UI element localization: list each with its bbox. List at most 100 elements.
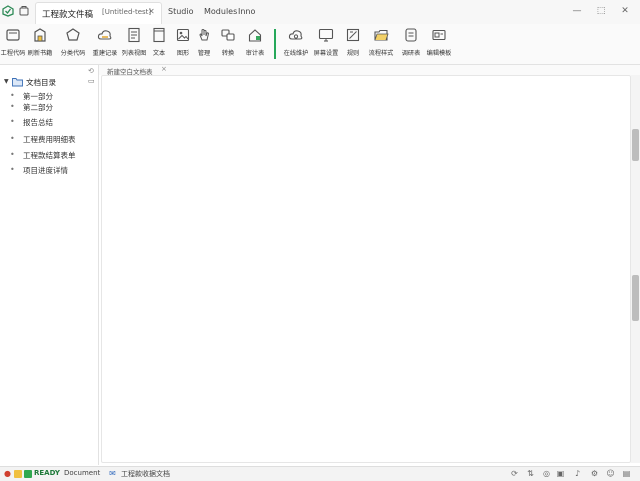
folder-icon bbox=[12, 78, 23, 87]
toolbar-button-refresh[interactable]: 刷新书籍 bbox=[25, 27, 55, 62]
document-canvas[interactable] bbox=[101, 75, 631, 463]
toolbar-label: 分类代码 bbox=[60, 49, 86, 57]
expand-arrow-icon[interactable]: ▼ bbox=[4, 78, 9, 85]
bullet-icon: • bbox=[10, 134, 15, 143]
tree-item[interactable]: • 第二部分 bbox=[10, 102, 96, 114]
mode-indicator: READY bbox=[34, 469, 60, 477]
template-icon bbox=[432, 29, 446, 41]
document-icon bbox=[405, 28, 417, 42]
lock-icon[interactable]: ▣ bbox=[556, 469, 565, 478]
recent-icon[interactable] bbox=[18, 5, 30, 17]
doc-status: Document bbox=[64, 469, 101, 477]
status-bar: ● READY Document ✉ 工程款收据文档 ⟳ ⇅ ◎ ▣ ♪ ⚙ ☺… bbox=[0, 466, 640, 481]
ribbon-toolbar: 工程代码 刷新书籍 分类代码 重建记录 列表视图 文本 图形 管理 转换 审计表… bbox=[0, 24, 640, 65]
volume-icon[interactable]: ♪ bbox=[573, 469, 582, 478]
toolbar-button-screen[interactable]: 屏幕设置 bbox=[311, 27, 341, 62]
main-tab-close-icon[interactable]: × bbox=[161, 65, 167, 73]
toolbar-label: 转换 bbox=[221, 49, 235, 57]
network-icon[interactable]: ⇅ bbox=[526, 469, 535, 478]
toolbar-button-template[interactable]: 编辑模板 bbox=[424, 27, 454, 62]
tree-item-label: 工程费用明细表 bbox=[23, 135, 76, 144]
tree-item-label: 第一部分 bbox=[23, 92, 53, 101]
toolbar-label: 审计表 bbox=[245, 49, 265, 57]
house-icon bbox=[248, 29, 262, 42]
app-logo-icon bbox=[2, 5, 14, 17]
settings-icon[interactable]: ⚙ bbox=[590, 469, 599, 478]
status-ready-icon bbox=[24, 470, 32, 478]
tree-item-label: 第二部分 bbox=[23, 103, 53, 112]
toolbar-separator bbox=[274, 29, 276, 59]
menu-modules[interactable]: Modules bbox=[204, 7, 237, 16]
alert-icon[interactable]: ● bbox=[3, 469, 12, 478]
toolbar-label: 调研表 bbox=[401, 49, 421, 57]
close-window-icon[interactable]: ✕ bbox=[618, 4, 632, 18]
tree-item[interactable]: • 工程费用明细表 bbox=[10, 134, 96, 146]
maximize-icon[interactable]: ⬚ bbox=[594, 4, 608, 18]
toolbar-label: 重建记录 bbox=[92, 49, 118, 57]
bullet-icon: • bbox=[10, 150, 15, 159]
toolbar-label: 屏幕设置 bbox=[313, 49, 339, 57]
notification-icon[interactable]: ▤ bbox=[622, 469, 631, 478]
globe-icon[interactable]: ◎ bbox=[542, 469, 551, 478]
bullet-icon: • bbox=[10, 117, 15, 126]
toolbar-button-rebuild[interactable]: 重建记录 bbox=[90, 27, 120, 62]
toolbar-button-survey[interactable]: 调研表 bbox=[396, 27, 426, 62]
tree-item[interactable]: • 工程款结算表单 bbox=[10, 150, 96, 162]
document-tab[interactable]: 工程款文件稿 [Untitled-test] ✕ bbox=[35, 2, 162, 24]
toolbar-label: 规则 bbox=[346, 49, 360, 57]
scroll-thumb-upper[interactable] bbox=[632, 129, 639, 161]
toolbar-label: 在线维护 bbox=[283, 49, 309, 57]
tree-item[interactable]: • 报告总结 bbox=[10, 117, 96, 129]
tree-item[interactable]: • 项目进度详情 bbox=[10, 165, 96, 177]
bullet-icon: • bbox=[10, 102, 15, 111]
title-bar: 工程款文件稿 [Untitled-test] ✕ Studio Modules … bbox=[0, 0, 640, 25]
cloud-gear-icon bbox=[288, 30, 303, 40]
vertical-scrollbar[interactable] bbox=[631, 75, 640, 463]
tree-root[interactable]: ▼ 文档目录 ▭ bbox=[4, 77, 96, 89]
cloud-edit-icon bbox=[97, 30, 112, 40]
menu-inno[interactable]: Inno bbox=[238, 7, 255, 16]
swap-icon bbox=[221, 29, 235, 41]
tree-option-icon[interactable]: ▭ bbox=[88, 77, 95, 85]
toolbar-label: 工程代码 bbox=[0, 49, 26, 57]
toolbar-label: 刷新书籍 bbox=[27, 49, 53, 57]
toolbar-label: 流程样式 bbox=[368, 49, 394, 57]
blank-page-icon bbox=[153, 27, 165, 43]
toolbar-button-audit[interactable]: 审计表 bbox=[240, 27, 270, 62]
document-tab-title: 工程款文件稿 bbox=[42, 10, 94, 20]
tree-root-label: 文档目录 bbox=[26, 78, 56, 87]
hand-icon bbox=[199, 29, 210, 41]
toolbar-label: 编辑模板 bbox=[426, 49, 452, 57]
info-icon[interactable]: ✉ bbox=[108, 469, 117, 478]
toolbar-button-flowstyle[interactable]: 流程样式 bbox=[366, 27, 396, 62]
scroll-thumb-lower[interactable] bbox=[632, 275, 639, 321]
frame-icon bbox=[6, 29, 20, 41]
sidebar-tree: ⟲ ▼ 文档目录 ▭ • 第一部分 • 第二部分 • 报告总结 • 工程费用明细… bbox=[0, 65, 99, 465]
toolbar-button-code[interactable]: 工程代码 bbox=[0, 27, 28, 62]
tree-item-label: 报告总结 bbox=[23, 118, 53, 127]
tab-close-icon[interactable]: ✕ bbox=[148, 7, 155, 16]
building-icon bbox=[34, 28, 46, 42]
toolbar-button-online[interactable]: 在线维护 bbox=[281, 27, 311, 62]
sidebar-collapse-icon[interactable]: ⟲ bbox=[88, 67, 94, 75]
document-tab-subtitle: [Untitled-test] bbox=[102, 8, 152, 16]
toolbar-button-convert[interactable]: 转换 bbox=[213, 27, 243, 62]
list-page-icon bbox=[128, 27, 140, 43]
bullet-icon: • bbox=[10, 91, 15, 100]
status-square-icon bbox=[14, 470, 22, 478]
main-tab-bar: 新建空白文档表 × bbox=[99, 65, 640, 76]
pentagon-icon bbox=[66, 28, 80, 41]
minimize-icon[interactable]: — bbox=[570, 4, 584, 18]
tree-item-label: 项目进度详情 bbox=[23, 166, 68, 175]
folder-icon bbox=[374, 29, 389, 41]
project-name: 工程款收据文档 bbox=[121, 470, 170, 478]
menu-studio[interactable]: Studio bbox=[168, 7, 193, 16]
monitor-icon bbox=[318, 28, 334, 42]
user-icon[interactable]: ☺ bbox=[606, 469, 615, 478]
toolbar-button-rules[interactable]: 规则 bbox=[338, 27, 368, 62]
bullet-icon: • bbox=[10, 165, 15, 174]
grid-icon bbox=[346, 28, 360, 42]
tree-item-label: 工程款结算表单 bbox=[23, 151, 76, 160]
sync-icon[interactable]: ⟳ bbox=[510, 469, 519, 478]
toolbar-button-classify[interactable]: 分类代码 bbox=[58, 27, 88, 62]
